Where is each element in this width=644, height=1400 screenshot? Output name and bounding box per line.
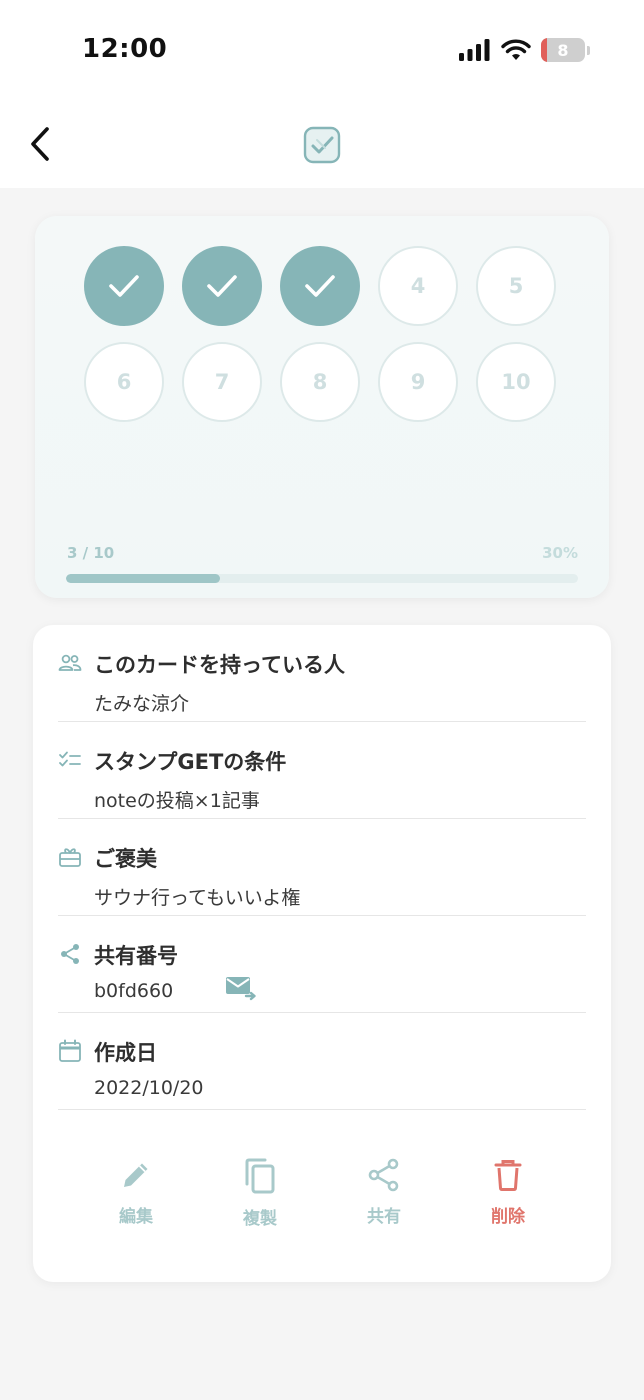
share-code-value: b0fd660 xyxy=(94,980,174,1002)
progress-bar-fill xyxy=(66,574,220,583)
edit-button[interactable]: 編集 xyxy=(86,1158,186,1227)
duplicate-button[interactable]: 複製 xyxy=(210,1158,310,1229)
check-icon xyxy=(305,275,335,297)
owner-value: たみな涼介 xyxy=(94,693,190,715)
checklist-icon xyxy=(59,751,81,767)
stamp-empty[interactable]: 8 xyxy=(280,342,360,422)
check-icon xyxy=(109,275,139,297)
owner-title: このカードを持っている人 xyxy=(94,653,345,677)
stamp-check-logo-icon xyxy=(303,126,341,164)
owner-row: このカードを持っている人 たみな涼介 xyxy=(58,625,586,722)
battery-level-fill xyxy=(541,38,548,62)
stamp-card: 4 5 6 7 8 9 10 3 / 10 30% xyxy=(35,216,609,598)
stamp-grid: 4 5 6 7 8 9 10 xyxy=(84,246,564,438)
copy-icon xyxy=(245,1158,275,1194)
stamp-number: 8 xyxy=(312,370,328,394)
share-code-title: 共有番号 xyxy=(94,944,178,968)
stamp-row: 6 7 8 9 10 xyxy=(84,342,564,422)
stamp-number: 7 xyxy=(214,370,230,394)
card-details: このカードを持っている人 たみな涼介 スタンプGETの条件 noteの投稿×1記… xyxy=(33,625,611,1282)
share-button[interactable]: 共有 xyxy=(334,1158,434,1227)
wifi-icon xyxy=(501,39,531,60)
pencil-icon xyxy=(124,1163,148,1187)
progress-bar xyxy=(66,574,578,583)
condition-title: スタンプGETの条件 xyxy=(94,750,287,774)
created-title: 作成日 xyxy=(94,1041,157,1065)
stamp-number: 10 xyxy=(501,370,531,394)
reward-row: ご褒美 サウナ行ってもいいよ権 xyxy=(58,819,586,916)
stamp-row: 45 xyxy=(84,246,564,326)
stamp-number: 4 xyxy=(410,274,426,298)
reward-value: サウナ行ってもいいよ権 xyxy=(94,887,301,909)
stamp-number: 6 xyxy=(116,370,132,394)
stamp-number: 9 xyxy=(410,370,426,394)
stamp-empty[interactable]: 9 xyxy=(378,342,458,422)
status-icons: 8 xyxy=(459,38,590,62)
chevron-left-icon xyxy=(31,127,49,161)
delete-button[interactable]: 削除 xyxy=(458,1158,558,1227)
share-label: 共有 xyxy=(367,1207,401,1227)
stamp-empty[interactable]: 4 xyxy=(378,246,458,326)
battery-tip xyxy=(587,45,590,55)
created-value: 2022/10/20 xyxy=(94,1077,204,1099)
share-icon xyxy=(368,1158,399,1192)
stamp-empty[interactable]: 10 xyxy=(476,342,556,422)
calendar-icon xyxy=(59,1039,81,1062)
check-icon xyxy=(207,275,237,297)
stamp-checked[interactable] xyxy=(84,246,164,326)
people-icon xyxy=(58,654,82,671)
top-bar: 12:00 8 xyxy=(0,0,644,188)
status-time: 12:00 xyxy=(82,34,168,64)
condition-value: noteの投稿×1記事 xyxy=(94,790,260,812)
battery-indicator: 8 xyxy=(541,38,585,62)
condition-row: スタンプGETの条件 noteの投稿×1記事 xyxy=(58,722,586,819)
action-bar: 編集 複製 共有 削除 xyxy=(73,1158,573,1238)
trash-icon xyxy=(494,1160,522,1191)
stamp-number: 5 xyxy=(508,274,524,298)
edit-label: 編集 xyxy=(119,1207,153,1227)
gift-icon xyxy=(59,848,81,867)
duplicate-label: 複製 xyxy=(243,1209,277,1229)
signal-icon xyxy=(459,39,490,61)
share-code-row: 共有番号 b0fd660 xyxy=(58,916,586,1013)
battery-level-text: 8 xyxy=(557,40,569,60)
delete-label: 削除 xyxy=(491,1207,525,1227)
progress-count: 3 / 10 xyxy=(67,544,115,562)
stamp-checked[interactable] xyxy=(280,246,360,326)
stamp-empty[interactable]: 6 xyxy=(84,342,164,422)
created-row: 作成日 2022/10/20 xyxy=(58,1013,586,1110)
reward-title: ご褒美 xyxy=(94,847,157,871)
progress-percent: 30% xyxy=(542,544,578,562)
share-icon xyxy=(61,944,79,964)
mail-send-icon[interactable] xyxy=(225,973,257,1001)
stamp-empty[interactable]: 7 xyxy=(182,342,262,422)
stamp-checked[interactable] xyxy=(182,246,262,326)
stamp-empty[interactable]: 5 xyxy=(476,246,556,326)
back-button[interactable] xyxy=(20,122,60,166)
